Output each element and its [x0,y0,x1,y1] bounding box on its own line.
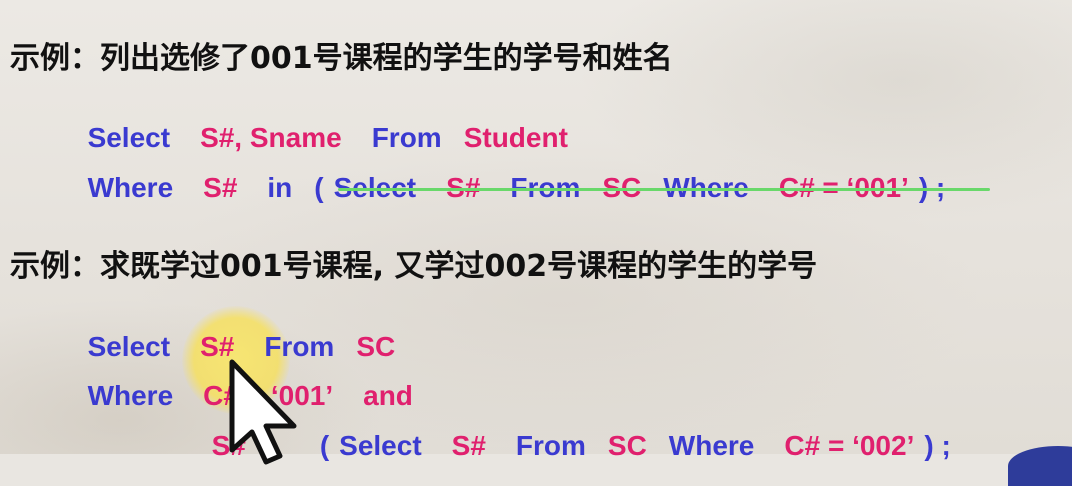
example2-heading: 示例：求既学过001号课程, 又学过002号课程的学生的学号 [10,249,818,284]
subquery-condition: C# = ‘002’ [784,430,915,461]
open-paren: ( [314,172,324,203]
example1-line1: Select S#, Sname From Student [72,96,568,152]
column-ref: S# [203,172,238,203]
mouse-pointer-icon [229,359,297,465]
example2-line1: Select S# From SC [72,305,396,361]
keyword-in: in [267,172,293,203]
keyword-where: Where [87,380,174,411]
subquery-column: S# [451,430,486,461]
subquery-underline [338,188,990,191]
subquery-from: From [515,430,586,461]
example1-heading: 示例：列出选修了001号课程的学生的学号和姓名 [10,41,673,76]
subquery-where: Where [668,430,755,461]
subquery-select: Select [339,430,422,461]
close-paren: ) ; [924,430,951,461]
open-paren: ( [319,430,330,461]
subquery-table: SC [607,430,647,461]
example1-line2: WhereS#in(SelectS#FromSCWhereC# = ‘001’)… [72,146,946,203]
keyword-where: Where [87,172,174,203]
